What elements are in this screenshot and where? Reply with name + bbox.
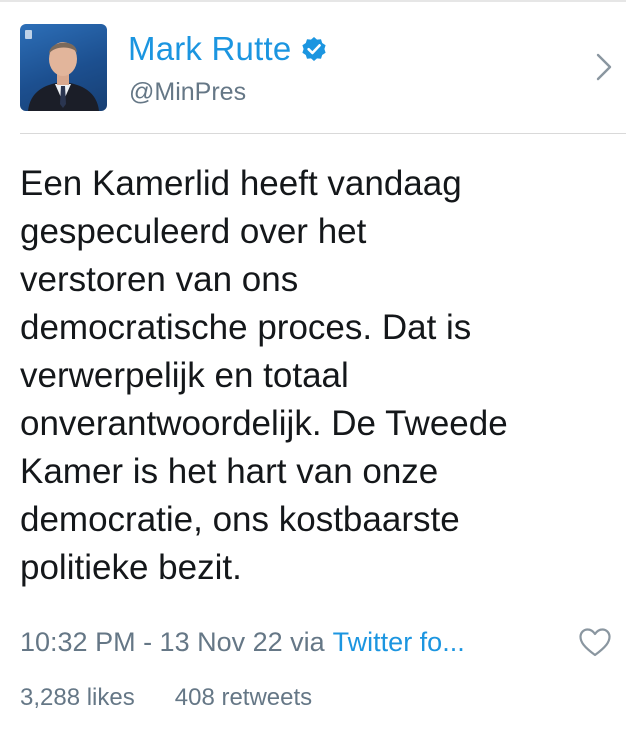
- tweet-source-link[interactable]: Twitter fo...: [333, 627, 465, 658]
- tweet-line: onverantwoordelijk. De Tweede: [20, 404, 508, 443]
- header-divider: [20, 133, 626, 134]
- likes-count[interactable]: 3,288 likes: [20, 684, 135, 716]
- tweet-line: Een Kamerlid heeft vandaag: [20, 164, 462, 203]
- tweet-meta: 10:32 PM - 13 Nov 22 via Twitter fo...: [20, 622, 616, 662]
- tweet-stats: 3,288 likes 408 retweets: [20, 684, 352, 716]
- tweet-line: politieke bezit.: [20, 548, 242, 587]
- name-row: Mark Rutte: [128, 28, 327, 70]
- tweet-line: gespeculeerd over het: [20, 212, 367, 251]
- user-handle[interactable]: @MinPres: [129, 78, 246, 107]
- tweet-timestamp[interactable]: 10:32 PM - 13 Nov 22 via: [20, 627, 325, 658]
- tweet-line: Kamer is het hart van onze: [20, 452, 439, 491]
- verified-badge-icon: [301, 36, 327, 62]
- display-name[interactable]: Mark Rutte: [128, 30, 291, 68]
- tweet-line: verwerpelijk en totaal: [20, 356, 349, 395]
- retweets-count[interactable]: 408 retweets: [175, 684, 312, 716]
- tweet-line: democratische proces. Dat is: [20, 308, 472, 347]
- heart-outline-icon[interactable]: [578, 627, 612, 659]
- profile-header[interactable]: Mark Rutte @MinPres: [0, 0, 626, 135]
- tweet-line: verstoren van ons: [20, 260, 299, 299]
- chevron-right-icon[interactable]: [593, 50, 615, 84]
- tweet-line: democratie, ons kostbaarste: [20, 500, 460, 539]
- avatar[interactable]: [20, 24, 107, 111]
- tweet-text: Een Kamerlid heeft vandaag gespeculeerd …: [20, 160, 616, 592]
